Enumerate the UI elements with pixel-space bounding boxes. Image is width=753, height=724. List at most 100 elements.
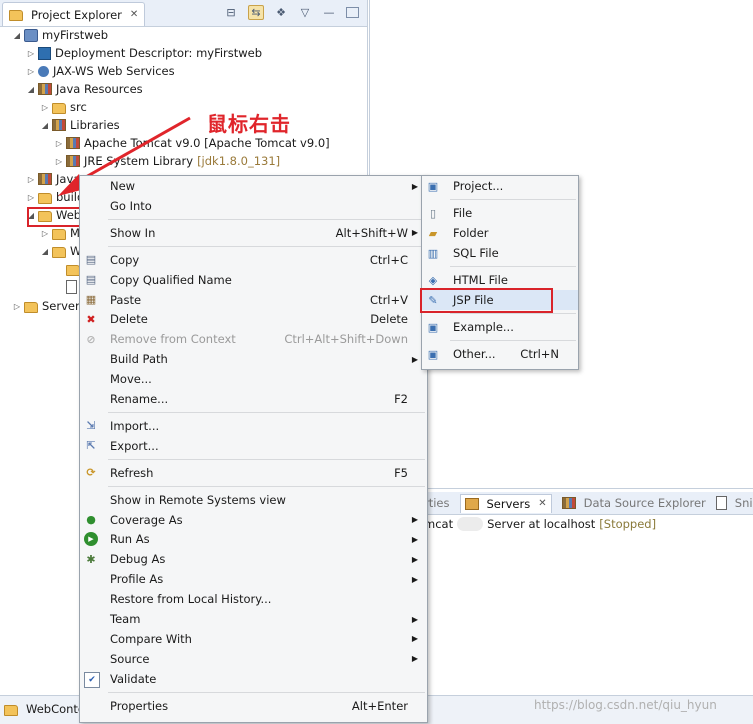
view-menu-icon[interactable]: ▽ — [298, 6, 312, 20]
menu-item-profile-as[interactable]: Profile As ▶ — [80, 569, 427, 589]
run-icon: ▶ — [84, 532, 98, 547]
menu-item-label: Project... — [453, 179, 504, 193]
tab-project-explorer[interactable]: Project Explorer ✕ — [2, 2, 146, 26]
submenu-item-folder[interactable]: ▰ Folder — [422, 223, 578, 243]
submenu-item-file[interactable]: ▯ File — [422, 203, 578, 223]
menu-separator — [108, 458, 425, 460]
twisty-icon[interactable]: ◢ — [12, 31, 22, 40]
xml-file-icon — [66, 280, 77, 294]
tree-node-label: JRE System Library — [84, 154, 194, 168]
close-icon[interactable]: ✕ — [130, 9, 138, 20]
menu-item-copy-qualified-name[interactable]: ▤ Copy Qualified Name — [80, 270, 427, 290]
menu-item-label: Example... — [453, 320, 514, 334]
tab-snippets[interactable]: Snippets — [715, 496, 753, 510]
twisty-icon[interactable]: ▷ — [54, 139, 64, 148]
tree-node-suffix: [jdk1.8.0_131] — [197, 154, 281, 168]
tab-servers-label: Servers — [486, 496, 531, 511]
tab-data-source-explorer[interactable]: Data Source Explorer — [561, 496, 706, 510]
tree-node-java-resources[interactable]: ◢ Java Resources — [26, 80, 143, 98]
tree-node-build[interactable]: ▷ build — [26, 188, 84, 206]
menu-item-go-into[interactable]: Go Into — [80, 196, 427, 216]
folder-icon — [52, 228, 66, 240]
folder-icon — [66, 264, 80, 276]
tree-node-java[interactable]: ▷ Java — [26, 170, 80, 188]
package-folder-icon — [52, 102, 66, 114]
twisty-icon[interactable]: ▷ — [26, 67, 36, 76]
twisty-icon[interactable]: ▷ — [40, 103, 50, 112]
menu-item-import[interactable]: ⇲ Import... — [80, 416, 427, 436]
twisty-icon[interactable]: ◢ — [26, 85, 36, 94]
menu-item-paste[interactable]: ▦ Paste Ctrl+V — [80, 290, 427, 310]
menu-item-refresh[interactable]: ⟳ Refresh F5 — [80, 463, 427, 483]
submenu-arrow-icon: ▶ — [411, 354, 418, 364]
menu-item-new[interactable]: New ▶ — [80, 176, 427, 196]
menu-item-debug-as[interactable]: ✱ Debug As ▶ — [80, 549, 427, 569]
new-project-icon: ▣ — [427, 179, 439, 193]
server-entry[interactable]: mcat Server at localhost [Stopped] — [424, 515, 656, 533]
snippets-icon — [715, 496, 727, 510]
link-with-editor-icon[interactable]: ⇆ — [248, 5, 264, 20]
tree-node-item[interactable] — [54, 278, 81, 296]
tree-node-deployment-descriptor-myfirstweb[interactable]: ▷ Deployment Descriptor: myFirstweb — [26, 44, 262, 62]
tree-node-src[interactable]: ▷ src — [40, 98, 87, 116]
menu-item-copy[interactable]: ▤ Copy Ctrl+C — [80, 250, 427, 270]
twisty-icon[interactable]: ◢ — [40, 121, 50, 130]
menu-item-move[interactable]: Move... — [80, 369, 427, 389]
tree-node-label: Java Resources — [56, 82, 143, 96]
libraries-icon — [52, 119, 66, 131]
submenu-item-html-file[interactable]: ◈ HTML File — [422, 270, 578, 290]
folder-icon — [52, 246, 66, 258]
menu-item-show-in[interactable]: Show In Alt+Shift+W ▶ — [80, 223, 427, 243]
menu-item-label: File — [453, 206, 473, 220]
tree-node-servers[interactable]: ▷ Servers — [12, 297, 86, 315]
menu-item-export[interactable]: ⇱ Export... — [80, 436, 427, 456]
menu-item-restore-from-local-history[interactable]: Restore from Local History... — [80, 589, 427, 609]
twisty-icon[interactable]: ▷ — [54, 157, 64, 166]
menu-item-team[interactable]: Team ▶ — [80, 609, 427, 629]
menu-item-label: Compare With — [110, 631, 192, 646]
twisty-icon[interactable]: ▷ — [26, 49, 36, 58]
collapse-all-icon[interactable]: ⊟ — [224, 6, 238, 20]
tree-node-jax-ws-web-services[interactable]: ▷ JAX-WS Web Services — [26, 62, 175, 80]
menu-item-shortcut: F2 — [394, 392, 408, 406]
menu-item-delete[interactable]: ✖ Delete Delete — [80, 309, 427, 329]
tab-snippets-label: Snippets — [734, 496, 753, 510]
tab-servers[interactable]: Servers ✕ — [459, 493, 552, 513]
submenu-item-sql-file[interactable]: ▥ SQL File — [422, 243, 578, 263]
tree-node-label: Java — [56, 172, 81, 186]
menu-item-properties[interactable]: Properties Alt+Enter — [80, 696, 427, 716]
menu-item-run-as[interactable]: ▶ Run As ▶ — [80, 529, 427, 549]
menu-item-coverage-as[interactable]: ● Coverage As ▶ — [80, 510, 427, 530]
submenu-arrow-icon: ▶ — [411, 574, 418, 584]
menu-item-label: Copy Qualified Name — [110, 272, 232, 287]
menu-item-compare-with[interactable]: Compare With ▶ — [80, 629, 427, 649]
tree-node-myfirstweb[interactable]: ◢ myFirstweb — [12, 26, 108, 44]
folder-icon — [4, 704, 18, 716]
twisty-icon[interactable]: ▷ — [26, 175, 36, 184]
maximize-icon[interactable] — [346, 7, 359, 18]
menu-item-rename[interactable]: Rename... F2 — [80, 389, 427, 409]
menu-item-build-path[interactable]: Build Path ▶ — [80, 349, 427, 369]
submenu-item-example[interactable]: ▣ Example... — [422, 317, 578, 337]
menu-item-validate[interactable]: ✔ Validate — [80, 669, 427, 689]
view-toolbar: ⊟ ⇆ ❖ ▽ — — [224, 5, 359, 20]
menu-item-label: Properties — [110, 698, 169, 713]
submenu-arrow-icon: ▶ — [411, 554, 418, 564]
menu-item-label: HTML File — [453, 273, 508, 287]
tree-node-jre-system-library[interactable]: ▷ JRE System Library [jdk1.8.0_131] — [54, 152, 280, 170]
twisty-icon[interactable]: ◢ — [40, 247, 50, 256]
submenu-item-project[interactable]: ▣ Project... — [422, 176, 578, 196]
close-icon[interactable]: ✕ — [538, 498, 546, 509]
twisty-icon[interactable]: ▷ — [26, 193, 36, 202]
submenu-item-other[interactable]: ▣ Other... Ctrl+N — [422, 344, 578, 364]
tree-node-libraries[interactable]: ◢ Libraries — [40, 116, 120, 134]
twisty-icon[interactable]: ▷ — [12, 302, 22, 311]
tab-data-source-explorer-label: Data Source Explorer — [583, 496, 706, 510]
menu-item-source[interactable]: Source ▶ — [80, 649, 427, 669]
menu-item-label: Import... — [110, 418, 160, 433]
minimize-icon[interactable]: — — [322, 6, 336, 20]
focus-task-icon[interactable]: ❖ — [274, 6, 288, 20]
twisty-icon[interactable]: ▷ — [40, 229, 50, 238]
menu-item-show-in-remote-systems-view[interactable]: Show in Remote Systems view — [80, 490, 427, 510]
tree-node-w[interactable]: ◢ W — [40, 242, 81, 260]
